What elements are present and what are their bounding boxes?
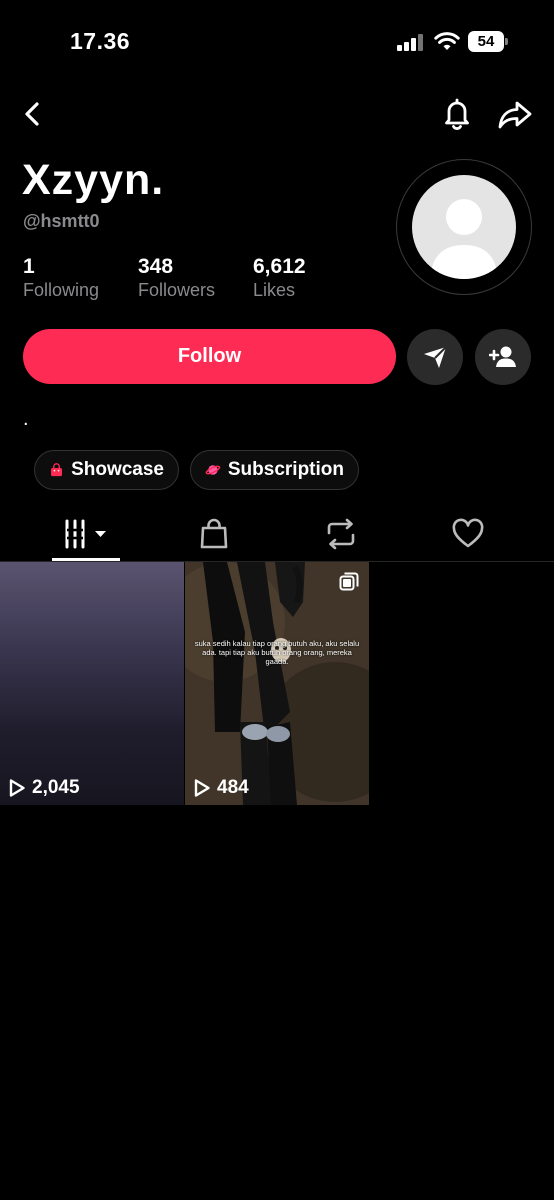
video-thumbnail[interactable]: 2,045 xyxy=(0,562,184,805)
following-count: 1 xyxy=(23,255,35,278)
username: @hsmtt0 xyxy=(23,211,100,231)
status-time: 17.36 xyxy=(70,28,131,54)
followers-label: Followers xyxy=(138,280,216,300)
bio-text: . xyxy=(23,408,29,430)
likes-count: 6,612 xyxy=(253,255,306,278)
follow-button[interactable]: Follow xyxy=(23,329,396,384)
add-user-icon xyxy=(489,346,516,367)
display-name: Xzyyn. xyxy=(22,156,165,204)
showcase-chip[interactable]: Showcase xyxy=(34,450,179,490)
message-button[interactable] xyxy=(407,329,463,385)
wifi-icon xyxy=(434,32,460,50)
active-tab-indicator xyxy=(52,558,120,561)
heart-icon[interactable] xyxy=(452,517,484,551)
add-friend-button[interactable] xyxy=(475,329,531,385)
view-count-number: 484 xyxy=(217,777,249,798)
default-avatar-icon xyxy=(430,199,498,279)
view-count: 2,045 xyxy=(8,777,80,799)
send-icon xyxy=(424,346,447,368)
profile-tabs xyxy=(0,505,554,562)
stat-followers[interactable]: 348 Followers xyxy=(138,255,215,301)
video-caption: suka sedih kalau tiap orang butuh aku, a… xyxy=(194,639,360,666)
stat-following[interactable]: 1 Following xyxy=(23,255,99,301)
view-count-number: 2,045 xyxy=(32,777,80,798)
battery-level: 54 xyxy=(468,31,504,52)
multi-image-icon xyxy=(339,572,359,591)
shop-bag-icon[interactable] xyxy=(199,517,229,551)
play-icon xyxy=(194,779,210,797)
battery-icon: 54 xyxy=(468,31,508,52)
back-arrow-icon[interactable] xyxy=(18,98,48,130)
shopping-bag-icon xyxy=(51,463,63,477)
bell-icon[interactable] xyxy=(440,96,474,132)
status-bar: 17.36 54 xyxy=(0,0,554,84)
cellular-signal-icon xyxy=(397,33,427,51)
likes-label: Likes xyxy=(253,280,296,300)
video-scene xyxy=(185,562,369,805)
share-arrow-icon[interactable] xyxy=(497,98,533,130)
showcase-label: Showcase xyxy=(71,459,164,480)
profile-page: 17.36 54 Xzyyn. @hsmtt0 1 Following 348 … xyxy=(0,0,554,1200)
planet-icon xyxy=(205,465,221,475)
following-label: Following xyxy=(23,280,100,300)
video-thumbnail[interactable]: suka sedih kalau tiap orang butuh aku, a… xyxy=(185,562,369,805)
view-count: 484 xyxy=(193,777,249,799)
followers-count: 348 xyxy=(138,255,174,278)
videos-grid-icon[interactable] xyxy=(64,517,110,551)
repost-icon[interactable] xyxy=(324,517,358,551)
avatar[interactable] xyxy=(412,175,516,279)
subscription-chip[interactable]: Subscription xyxy=(190,450,359,490)
play-icon xyxy=(9,779,25,797)
subscription-label: Subscription xyxy=(227,459,344,480)
stat-likes[interactable]: 6,612 Likes xyxy=(253,255,306,301)
